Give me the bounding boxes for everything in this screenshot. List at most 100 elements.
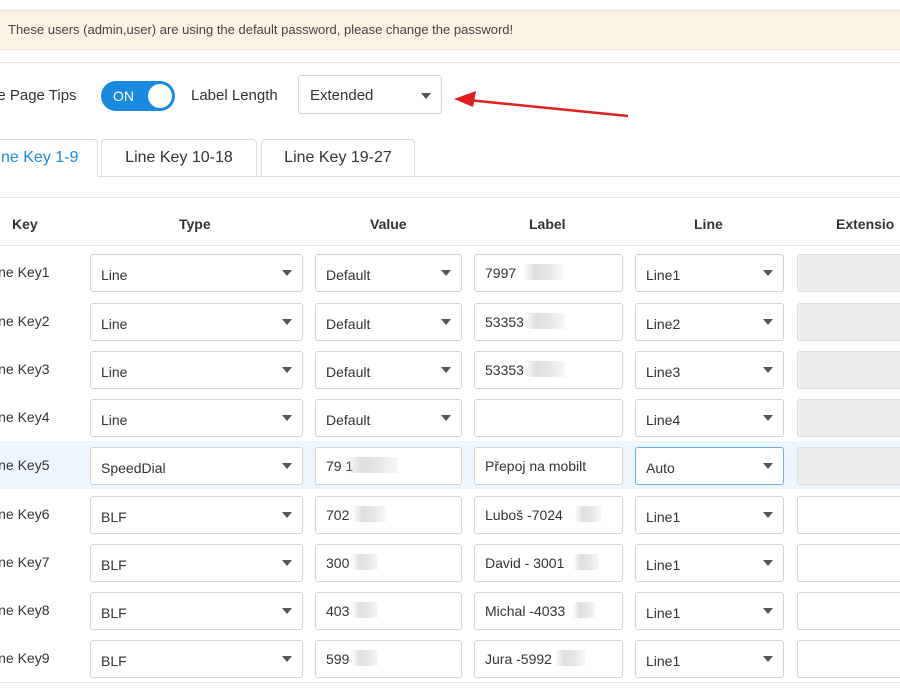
type-value: BLF <box>101 605 127 621</box>
type-select[interactable]: BLF <box>90 544 303 582</box>
extension-input[interactable] <box>797 592 900 630</box>
line-key-name: ine Key4 <box>0 409 50 425</box>
label-length-select[interactable]: Extended <box>298 75 442 114</box>
redaction-blur <box>573 554 599 570</box>
redaction-blur <box>352 650 378 666</box>
table-row: ine Key7 BLF 300 David - 3001 Line1 <box>0 538 900 586</box>
chevron-down-icon <box>282 608 292 614</box>
value-input[interactable]: 702 <box>315 496 462 534</box>
page-tips-label: le Page Tips <box>0 87 77 104</box>
label-input[interactable]: Michal -4033 <box>474 592 623 630</box>
tab-line-key-10-18[interactable]: Line Key 10-18 <box>101 139 257 177</box>
type-select[interactable]: BLF <box>90 640 303 678</box>
label-value: 53353 <box>485 362 524 378</box>
redaction-blur <box>575 506 601 522</box>
type-value: Line <box>101 412 128 428</box>
line-value: Line3 <box>646 364 681 380</box>
red-arrow-annotation <box>454 91 629 118</box>
value-input[interactable]: 599 <box>315 640 462 678</box>
redaction-blur <box>573 602 595 618</box>
table-row: ine Key2 Line Default 53353 Line2 <box>0 297 900 345</box>
type-select[interactable]: Line <box>90 399 303 437</box>
line-select[interactable]: Line3 <box>635 351 784 389</box>
type-select[interactable]: BLF <box>90 592 303 630</box>
value-select[interactable]: Default <box>315 303 462 341</box>
extension-input[interactable] <box>797 544 900 582</box>
label-input[interactable]: David - 3001 <box>474 544 623 582</box>
line-select[interactable]: Line4 <box>635 399 784 437</box>
label-value: David - 3001 <box>485 555 565 571</box>
line-key-name: ine Key1 <box>0 264 50 280</box>
value-value: Default <box>326 364 371 380</box>
label-input[interactable]: Přepoj na mobilt <box>474 447 623 485</box>
redaction-blur <box>523 264 563 280</box>
header-bottom-border <box>0 245 900 246</box>
table-row: ine Key5 SpeedDial 79 1 Přepoj na mobilt… <box>0 441 900 489</box>
label-input[interactable]: Jura -5992 <box>474 640 623 678</box>
divider <box>0 62 900 63</box>
value-select[interactable]: Default <box>315 254 462 292</box>
line-value: Line1 <box>646 557 681 573</box>
value-input[interactable]: 403 <box>315 592 462 630</box>
line-value: Line1 <box>646 653 681 669</box>
label-input[interactable]: 53353 <box>474 303 623 341</box>
redaction-blur <box>352 506 386 522</box>
table-row: ine Key3 Line Default 53353 Line3 <box>0 345 900 393</box>
table-row: ine Key8 BLF 403 Michal -4033 Line1 <box>0 586 900 634</box>
value-value: 599 <box>326 651 350 667</box>
label-input[interactable]: 7997 <box>474 254 623 292</box>
line-value: Line1 <box>646 605 681 621</box>
chevron-down-icon <box>282 415 292 421</box>
line-key-name: ine Key6 <box>0 506 50 522</box>
default-password-warning-banner: These users (admin,user) are using the d… <box>0 10 900 50</box>
value-select[interactable]: Default <box>315 351 462 389</box>
label-input[interactable]: 53353 <box>474 351 623 389</box>
value-value: 702 <box>326 507 350 523</box>
type-value: SpeedDial <box>101 460 166 476</box>
type-value: BLF <box>101 509 127 525</box>
value-select[interactable]: Default <box>315 399 462 437</box>
line-select[interactable]: Line1 <box>635 592 784 630</box>
extension-input[interactable] <box>797 640 900 678</box>
line-select[interactable]: Line1 <box>635 544 784 582</box>
extension-input <box>797 351 900 389</box>
type-select[interactable]: Line <box>90 351 303 389</box>
redaction-blur <box>555 650 585 666</box>
value-input[interactable]: 79 1 <box>315 447 462 485</box>
line-select[interactable]: Auto <box>635 447 784 485</box>
type-select[interactable]: BLF <box>90 496 303 534</box>
column-header-extension: Extensio <box>836 216 895 232</box>
type-select[interactable]: Line <box>90 254 303 292</box>
tab-label: Line Key 10-18 <box>125 149 233 166</box>
type-select[interactable]: SpeedDial <box>90 447 303 485</box>
chevron-down-icon <box>441 367 451 373</box>
page-tips-toggle[interactable]: ON <box>101 81 175 111</box>
column-header-value: Value <box>370 216 407 232</box>
value-value: 300 <box>326 555 350 571</box>
line-value: Line1 <box>646 509 681 525</box>
chevron-down-icon <box>763 319 773 325</box>
extension-input <box>797 303 900 341</box>
label-length-label: Label Length <box>191 87 278 104</box>
line-select[interactable]: Line1 <box>635 640 784 678</box>
label-value: 53353 <box>485 314 524 330</box>
label-input[interactable] <box>474 399 623 437</box>
line-value: Line1 <box>646 267 681 283</box>
redaction-blur <box>525 313 565 329</box>
tab-line-key-19-27[interactable]: Line Key 19-27 <box>261 139 415 177</box>
chevron-down-icon <box>763 270 773 276</box>
extension-input[interactable] <box>797 496 900 534</box>
line-select[interactable]: Line2 <box>635 303 784 341</box>
tab-line-key-1-9[interactable]: ne Key 1-9 <box>0 139 98 177</box>
line-select[interactable]: Line1 <box>635 254 784 292</box>
toggle-knob <box>148 84 172 108</box>
type-select[interactable]: Line <box>90 303 303 341</box>
value-input[interactable]: 300 <box>315 544 462 582</box>
chevron-down-icon <box>441 415 451 421</box>
chevron-down-icon <box>282 656 292 662</box>
chevron-down-icon <box>282 319 292 325</box>
arrow-head <box>454 91 476 107</box>
line-select[interactable]: Line1 <box>635 496 784 534</box>
redaction-blur <box>352 554 378 570</box>
label-input[interactable]: Luboš -7024 <box>474 496 623 534</box>
